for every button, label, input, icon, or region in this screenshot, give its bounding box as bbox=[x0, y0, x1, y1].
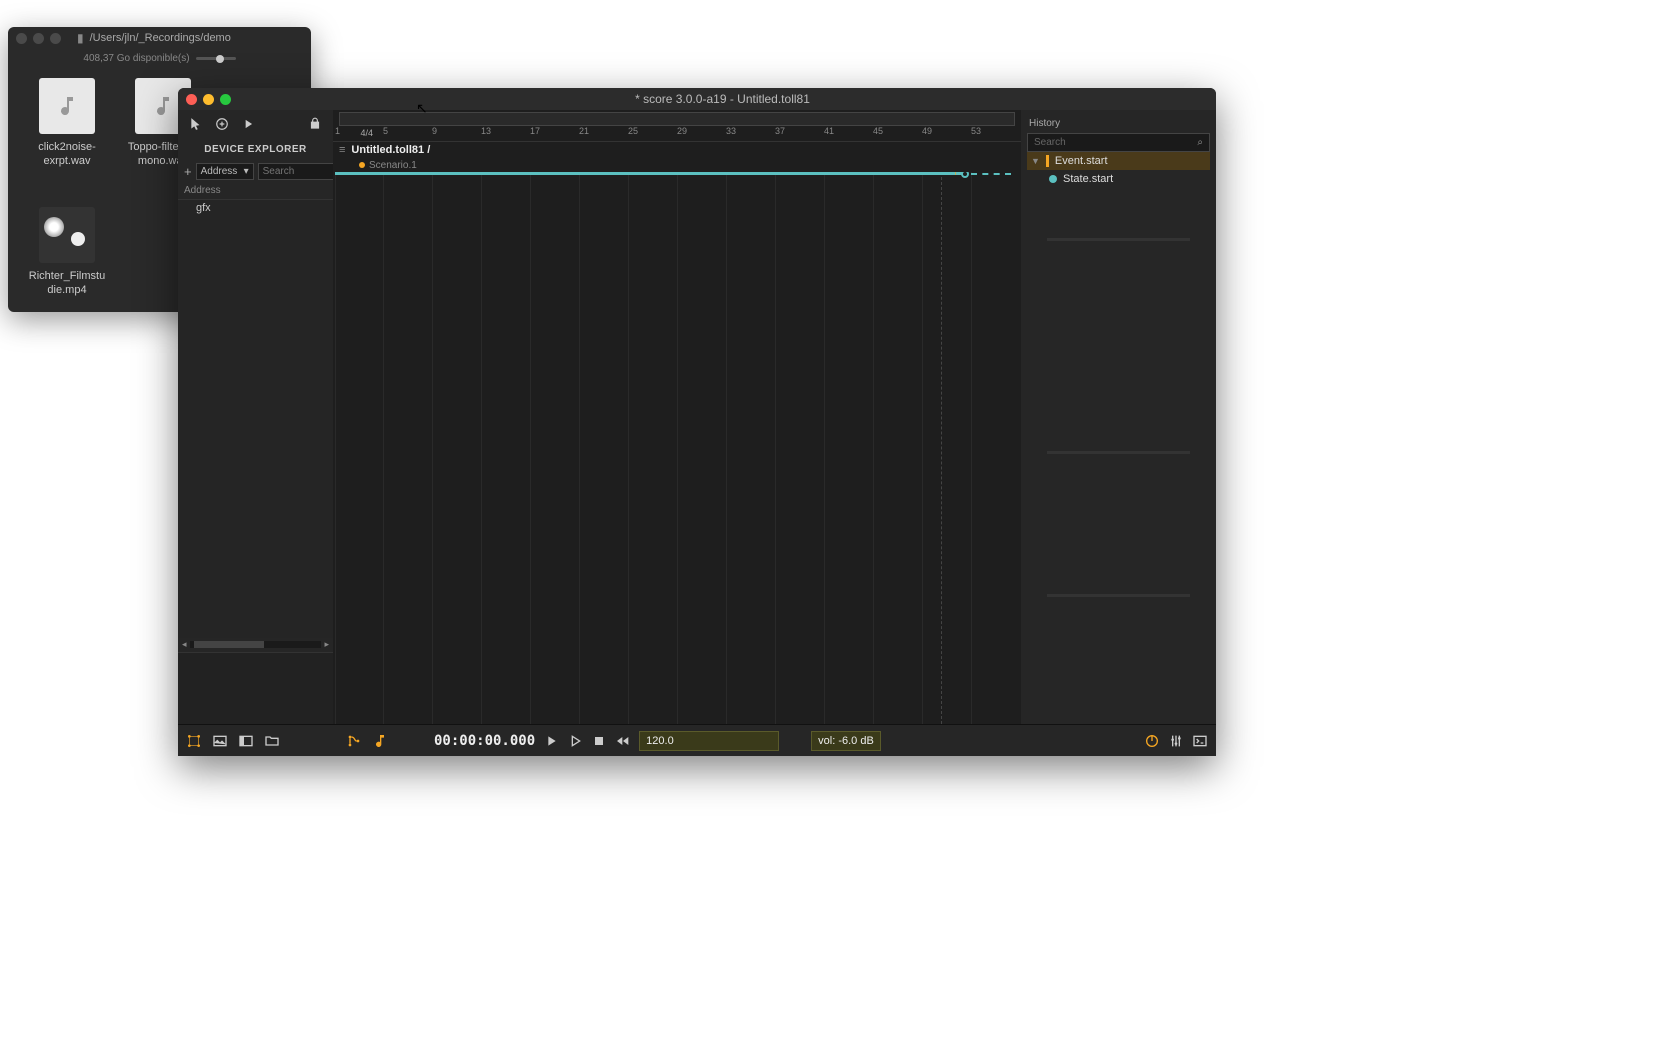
ruler-tick: 53 bbox=[971, 126, 981, 136]
minimap[interactable] bbox=[339, 112, 1015, 126]
close-icon[interactable] bbox=[186, 94, 197, 105]
file-item[interactable]: click2noise-exrpt.wav bbox=[28, 78, 106, 169]
video-file-icon bbox=[39, 207, 95, 263]
interval-bar[interactable] bbox=[335, 172, 965, 175]
right-panel: History Search ⌕ ▼ Event.start State.sta… bbox=[1021, 110, 1216, 724]
stop-button[interactable] bbox=[591, 733, 607, 749]
search-icon: ⌕ bbox=[1197, 137, 1203, 148]
left-panel: DEVICE EXPLORER + Address ▾ ⌕ Address gf… bbox=[178, 110, 333, 724]
panel-divider[interactable] bbox=[1047, 594, 1190, 597]
play-tool-icon[interactable] bbox=[240, 116, 256, 132]
mixer-icon[interactable] bbox=[1168, 733, 1184, 749]
ruler-tick: 1 bbox=[335, 126, 340, 136]
horizontal-scrollbar[interactable]: ◂ ▸ bbox=[178, 638, 333, 650]
menu-icon[interactable]: ≡ bbox=[339, 144, 345, 156]
terminal-icon[interactable] bbox=[1192, 733, 1208, 749]
file-browser-path: /Users/jln/_Recordings/demo bbox=[90, 32, 231, 44]
ruler-tick: 21 bbox=[579, 126, 589, 136]
preview-pane bbox=[178, 652, 333, 724]
audio-file-icon bbox=[39, 78, 95, 134]
scenario-dot-icon bbox=[359, 162, 365, 168]
maximize-icon[interactable] bbox=[220, 94, 231, 105]
tree-item[interactable]: gfx bbox=[178, 200, 333, 216]
ruler-tick: 33 bbox=[726, 126, 736, 136]
history-item-label: State.start bbox=[1063, 173, 1113, 185]
ruler-tick: 5 bbox=[383, 126, 388, 136]
ruler-tick: 45 bbox=[873, 126, 883, 136]
file-browser-titlebar[interactable]: ▮ /Users/jln/_Recordings/demo bbox=[8, 27, 311, 49]
history-item[interactable]: State.start bbox=[1027, 170, 1210, 188]
history-search-input[interactable]: Search ⌕ bbox=[1027, 133, 1210, 152]
history-header: History bbox=[1027, 114, 1210, 133]
nodal-view-icon[interactable] bbox=[186, 733, 202, 749]
maximize-icon[interactable] bbox=[50, 33, 61, 44]
transport-bar: 00:00:00.000 bbox=[178, 724, 1216, 756]
device-explorer-header: DEVICE EXPLORER bbox=[178, 138, 333, 161]
minimize-icon[interactable] bbox=[203, 94, 214, 105]
breadcrumb[interactable]: Untitled.toll81 / bbox=[351, 144, 430, 156]
score-window: * score 3.0.0-a19 - Untitled.toll81 DEVI… bbox=[178, 88, 1216, 756]
folder-icon[interactable] bbox=[264, 733, 280, 749]
ruler-tick: 9 bbox=[432, 126, 437, 136]
timeline-panel: 4/4 1 5 9 13 17 21 25 29 33 37 41 45 49 … bbox=[333, 110, 1021, 724]
file-label: Richter_Filmstudie.mp4 bbox=[28, 269, 106, 298]
address-dropdown[interactable]: Address ▾ bbox=[196, 163, 254, 180]
timecode-display[interactable]: 00:00:00.000 bbox=[434, 733, 535, 749]
scroll-right-icon[interactable]: ▸ bbox=[324, 639, 329, 650]
chevron-down-icon: ▼ bbox=[1031, 156, 1040, 166]
time-signature: 4/4 bbox=[360, 128, 373, 138]
lock-icon[interactable] bbox=[307, 116, 323, 132]
music-note-icon[interactable] bbox=[372, 733, 388, 749]
ruler[interactable]: 4/4 1 5 9 13 17 21 25 29 33 37 41 45 49 … bbox=[333, 126, 1021, 142]
timeline-canvas[interactable]: ⚐ bbox=[333, 172, 1021, 724]
panel-divider[interactable] bbox=[1047, 451, 1190, 454]
history-item-label: Event.start bbox=[1055, 155, 1108, 167]
column-header: Address bbox=[178, 182, 333, 200]
ruler-tick: 17 bbox=[530, 126, 540, 136]
file-label: click2noise-exrpt.wav bbox=[28, 140, 106, 169]
volume-input[interactable] bbox=[811, 731, 881, 751]
history-item[interactable]: ▼ Event.start bbox=[1027, 152, 1210, 170]
ruler-tick: 13 bbox=[481, 126, 491, 136]
image-icon[interactable] bbox=[212, 733, 228, 749]
device-tree[interactable]: gfx bbox=[178, 200, 333, 638]
scenario-label[interactable]: Scenario.1 bbox=[369, 160, 417, 171]
dropdown-label: Address bbox=[201, 166, 238, 177]
add-device-button[interactable]: + bbox=[184, 164, 192, 179]
interval-extension bbox=[971, 173, 1011, 175]
chevron-down-icon: ▾ bbox=[244, 166, 249, 177]
play-button[interactable] bbox=[543, 733, 559, 749]
search-placeholder: Search bbox=[1034, 137, 1066, 148]
zoom-slider[interactable] bbox=[196, 57, 236, 60]
tool-toolbar bbox=[178, 110, 333, 138]
ruler-tick: 49 bbox=[922, 126, 932, 136]
play-global-button[interactable] bbox=[567, 733, 583, 749]
panel-icon[interactable] bbox=[238, 733, 254, 749]
interval-end-icon[interactable] bbox=[961, 172, 969, 178]
branch-icon[interactable] bbox=[346, 733, 362, 749]
ruler-tick: 25 bbox=[628, 126, 638, 136]
scroll-left-icon[interactable]: ◂ bbox=[182, 639, 187, 650]
panel-divider[interactable] bbox=[1047, 238, 1190, 241]
ruler-tick: 29 bbox=[677, 126, 687, 136]
score-titlebar[interactable]: * score 3.0.0-a19 - Untitled.toll81 bbox=[178, 88, 1216, 110]
disk-status: 408,37 Go disponible(s) bbox=[83, 51, 189, 66]
rewind-button[interactable] bbox=[615, 733, 631, 749]
ruler-tick: 37 bbox=[775, 126, 785, 136]
event-icon bbox=[1046, 155, 1049, 167]
select-tool-icon[interactable] bbox=[188, 116, 204, 132]
folder-icon: ▮ bbox=[77, 31, 84, 45]
close-icon[interactable] bbox=[16, 33, 27, 44]
tempo-input[interactable] bbox=[639, 731, 779, 751]
power-icon[interactable] bbox=[1144, 733, 1160, 749]
window-title: * score 3.0.0-a19 - Untitled.toll81 bbox=[237, 92, 1208, 106]
ruler-tick: 41 bbox=[824, 126, 834, 136]
file-item[interactable]: Richter_Filmstudie.mp4 bbox=[28, 207, 106, 298]
state-icon bbox=[1049, 175, 1057, 183]
add-tool-icon[interactable] bbox=[214, 116, 230, 132]
minimize-icon[interactable] bbox=[33, 33, 44, 44]
